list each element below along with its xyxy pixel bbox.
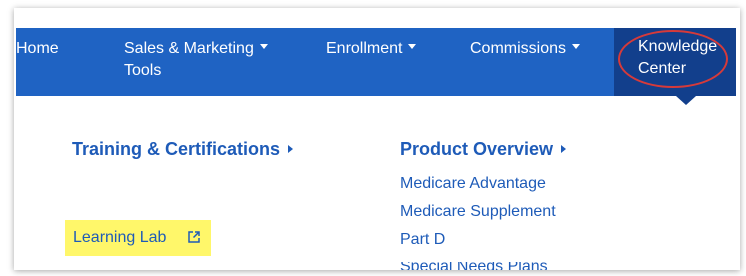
nav-item-sales-marketing-tools[interactable]: Sales & Marketing Tools bbox=[124, 38, 268, 82]
chevron-down-icon bbox=[408, 44, 417, 50]
menu-link-medicare-advantage[interactable]: Medicare Advantage bbox=[400, 174, 546, 194]
annotation-circle bbox=[618, 30, 728, 88]
nav-item-enrollment-label: Enrollment bbox=[326, 40, 403, 57]
product-overview-label: Product Overview bbox=[400, 139, 554, 159]
external-link-icon bbox=[188, 231, 200, 243]
menu-link-part-d[interactable]: Part D bbox=[400, 230, 445, 250]
menu-heading-training-certifications[interactable]: Training & Certifications bbox=[72, 138, 294, 160]
active-menu-pointer bbox=[676, 96, 696, 105]
nav-item-sales-marketing-label: Sales & Marketing bbox=[124, 40, 254, 57]
menu-link-learning-lab[interactable]: Learning Lab bbox=[73, 229, 166, 247]
nav-item-enrollment[interactable]: Enrollment bbox=[326, 38, 417, 60]
chevron-right-icon bbox=[561, 145, 567, 153]
menu-heading-product-overview[interactable]: Product Overview bbox=[400, 138, 567, 160]
nav-item-tools-label: Tools bbox=[124, 62, 162, 79]
nav-item-commissions-label: Commissions bbox=[470, 40, 567, 57]
learning-lab-highlight: Learning Lab bbox=[65, 220, 211, 256]
menu-link-special-needs-plans-label: Special Needs Plans bbox=[400, 262, 548, 270]
chevron-right-icon bbox=[288, 145, 294, 153]
menu-link-special-needs-plans[interactable]: Special Needs Plans bbox=[400, 262, 548, 270]
nav-item-knowledge-center[interactable]: Knowledge Center bbox=[614, 28, 736, 96]
training-certifications-label: Training & Certifications bbox=[72, 139, 281, 159]
nav-item-commissions[interactable]: Commissions bbox=[470, 38, 581, 60]
menu-link-medicare-supplement[interactable]: Medicare Supplement bbox=[400, 202, 556, 222]
nav-item-home[interactable]: Home bbox=[16, 38, 59, 60]
nav-item-home-label: Home bbox=[16, 40, 59, 57]
top-navigation-bar: Home Sales & Marketing Tools Enrollment … bbox=[16, 28, 736, 96]
chevron-down-icon bbox=[259, 44, 268, 50]
chevron-down-icon bbox=[572, 44, 581, 50]
